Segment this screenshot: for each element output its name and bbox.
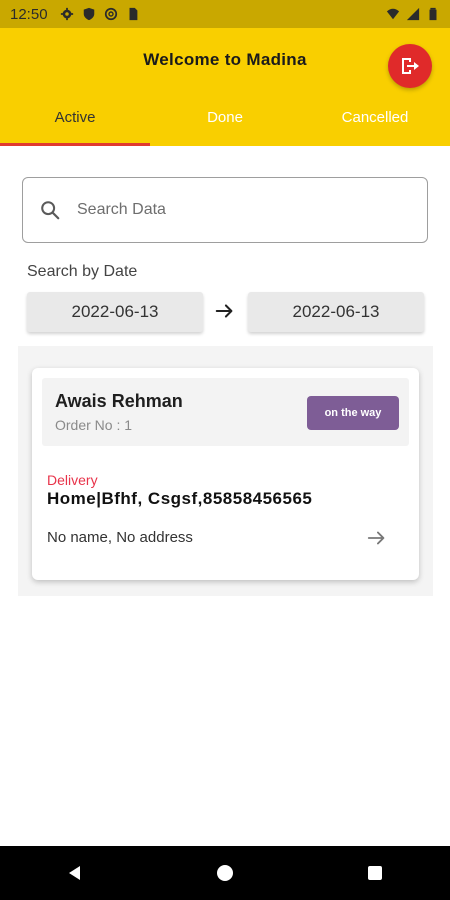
home-icon[interactable] bbox=[214, 862, 236, 884]
status-badge: on the way bbox=[307, 396, 399, 430]
status-bar: 12:50 bbox=[0, 0, 450, 28]
order-card[interactable]: Awais Rehman Order No : 1 on the way Del… bbox=[32, 368, 419, 580]
delivery-label: Delivery bbox=[47, 472, 98, 488]
navigation-bar bbox=[0, 846, 450, 900]
app-bar: Welcome to Madina Active Done Cancelled bbox=[0, 28, 450, 146]
tab-bar: Active Done Cancelled bbox=[0, 100, 450, 146]
status-time: 12:50 bbox=[10, 5, 48, 23]
search-icon bbox=[41, 201, 60, 220]
arrow-right-icon[interactable] bbox=[366, 527, 388, 549]
status-icons-left bbox=[60, 7, 140, 21]
sim-icon bbox=[129, 7, 137, 21]
search-box[interactable] bbox=[22, 177, 428, 243]
date-from-button[interactable]: 2022-06-13 bbox=[27, 292, 203, 332]
shield-icon bbox=[83, 7, 94, 21]
status-icons-right bbox=[386, 7, 440, 21]
logout-button[interactable] bbox=[388, 44, 432, 88]
customer-name: Awais Rehman bbox=[55, 391, 183, 411]
gear-icon bbox=[60, 7, 73, 21]
arrow-right-icon bbox=[215, 304, 233, 318]
battery-icon bbox=[429, 7, 437, 21]
signal-icon bbox=[406, 7, 420, 21]
wifi-icon bbox=[386, 8, 400, 20]
tab-active[interactable]: Active bbox=[0, 100, 150, 146]
search-by-date-label: Search by Date bbox=[27, 263, 138, 280]
recipient-info: No name, No address bbox=[47, 529, 193, 546]
at-icon bbox=[104, 7, 117, 21]
date-to-button[interactable]: 2022-06-13 bbox=[248, 292, 424, 332]
recents-icon[interactable] bbox=[364, 862, 386, 884]
order-number: Order No : 1 bbox=[55, 417, 133, 433]
back-icon[interactable] bbox=[64, 862, 86, 884]
page-title: Welcome to Madina bbox=[143, 50, 307, 69]
order-header: Awais Rehman Order No : 1 on the way bbox=[42, 378, 409, 446]
delivery-address: Home|Bfhf, Csgsf,85858456565 bbox=[47, 489, 313, 508]
logout-icon bbox=[402, 58, 419, 74]
tab-cancelled[interactable]: Cancelled bbox=[300, 100, 450, 146]
search-input[interactable] bbox=[75, 200, 379, 220]
tab-done[interactable]: Done bbox=[150, 100, 300, 146]
